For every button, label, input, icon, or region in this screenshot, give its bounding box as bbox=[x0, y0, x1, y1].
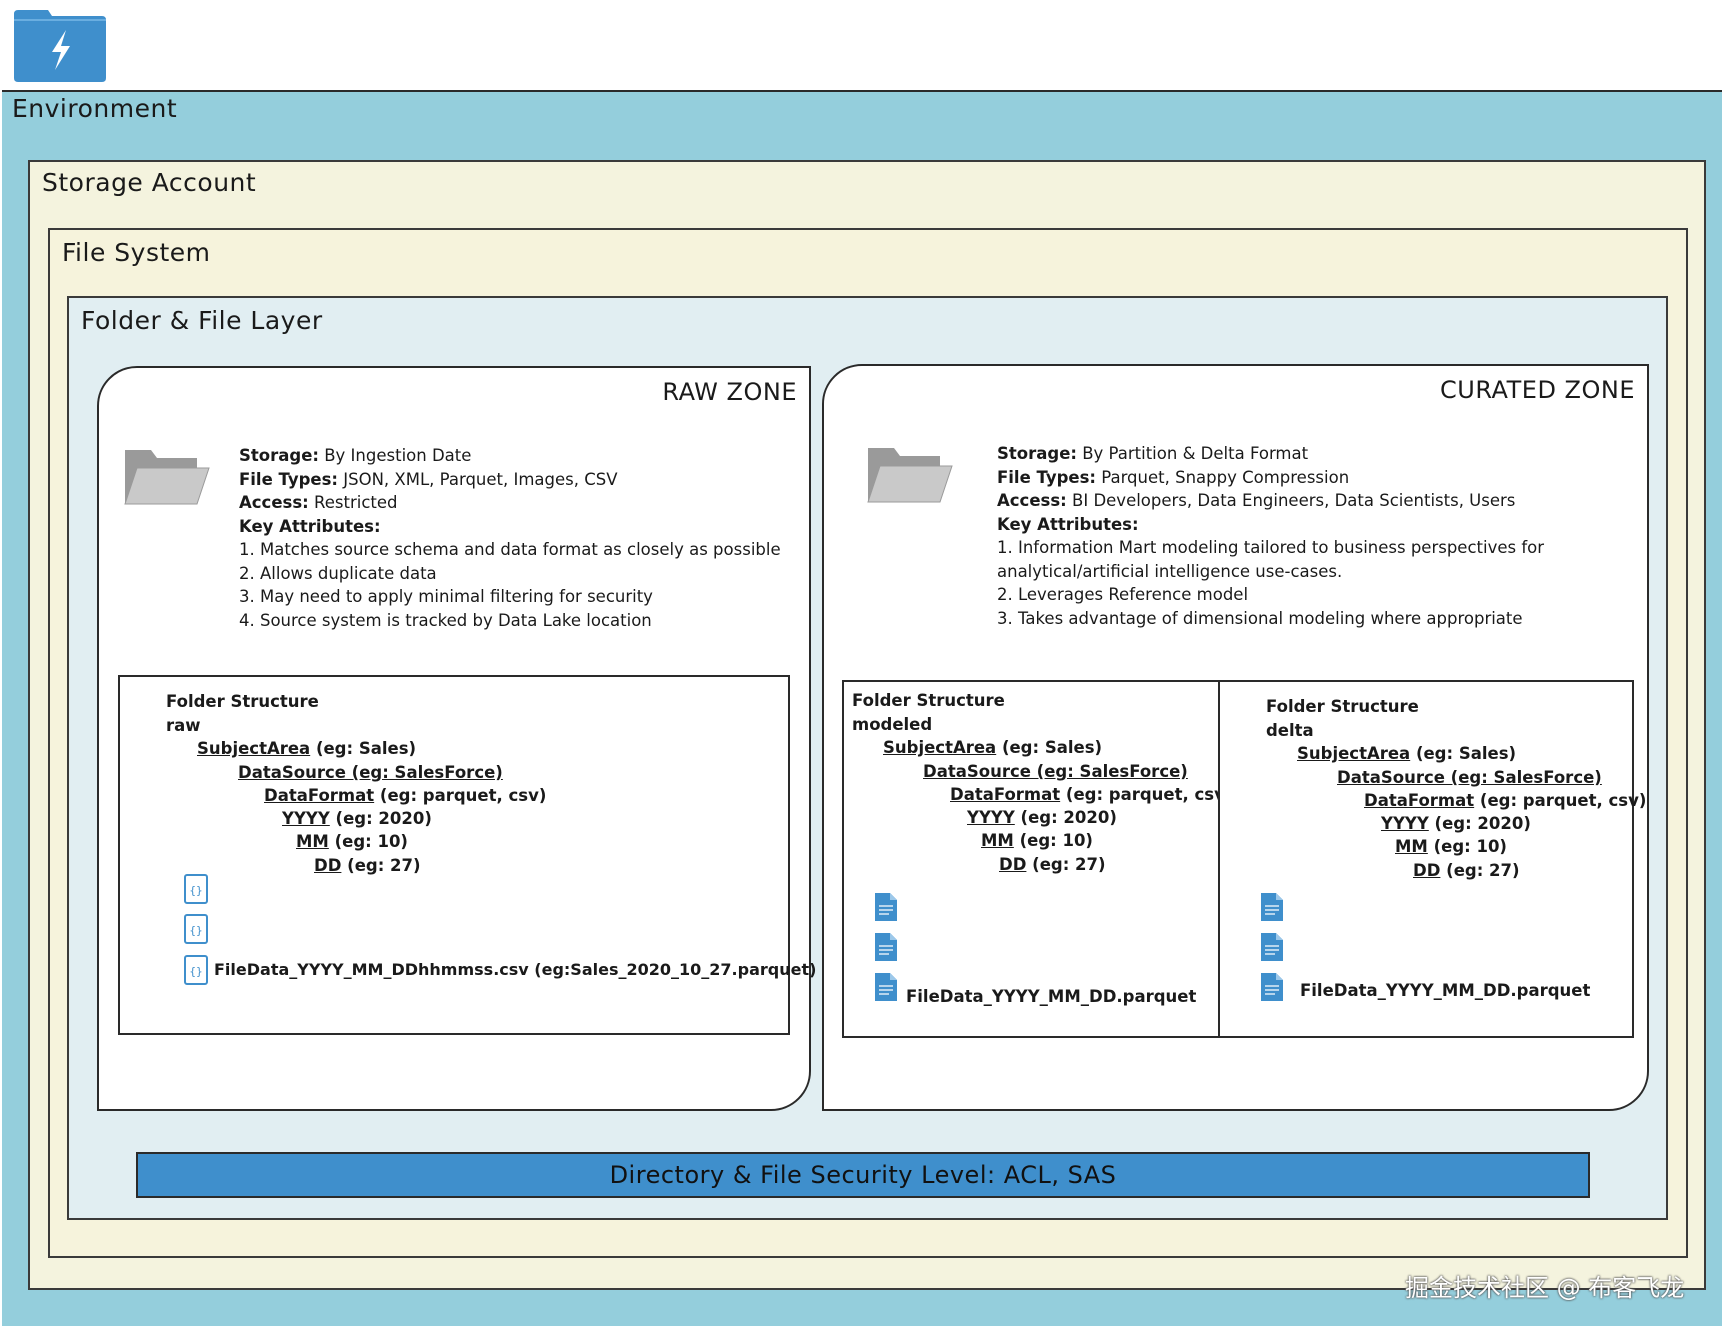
folder-level-day: DD (eg: 27) bbox=[999, 855, 1106, 874]
svg-text:{}: {} bbox=[189, 924, 202, 937]
folder-level-format: DataFormat (eg: parquet, csv) bbox=[1364, 791, 1647, 810]
document-file-icon bbox=[1261, 973, 1283, 1001]
folder-level-datasource: DataSource (eg: SalesForce) bbox=[923, 762, 1188, 781]
environment-title: Environment bbox=[12, 94, 178, 123]
curated-storage-value: By Partition & Delta Format bbox=[1076, 444, 1309, 463]
json-file-icon: {} bbox=[184, 874, 208, 904]
folder-structure-heading: Folder Structure bbox=[1266, 697, 1419, 716]
curated-filetypes-label: File Types: bbox=[997, 467, 1096, 487]
document-file-icon bbox=[875, 933, 897, 961]
delta-file-name: FileData_YYYY_MM_DD.parquet bbox=[1300, 981, 1591, 1000]
folder-root: delta bbox=[1266, 721, 1314, 740]
folder-open-icon bbox=[867, 448, 953, 503]
modeled-folder-structure-box: Folder Structure modeled SubjectArea (eg… bbox=[842, 680, 1232, 1038]
raw-attribute: 4. Source system is tracked by Data Lake… bbox=[239, 610, 652, 630]
folder-level-subject: SubjectArea (eg: Sales) bbox=[883, 738, 1103, 757]
folder-level-year: YYYY (eg: 2020) bbox=[1381, 814, 1531, 833]
curated-attribute: 1. Information Mart modeling tailored to… bbox=[997, 538, 1545, 557]
curated-attribute: 2. Leverages Reference model bbox=[997, 585, 1249, 604]
folder-file-layer-title: Folder & File Layer bbox=[81, 306, 323, 335]
folder-level-month: MM (eg: 10) bbox=[1395, 837, 1507, 856]
folder-level-subject: SubjectArea (eg: Sales) bbox=[1297, 744, 1517, 763]
watermark: 掘金技术社区 @ 布客飞龙 bbox=[1405, 1274, 1685, 1302]
delta-folder-structure-box: Folder Structure delta SubjectArea (eg: … bbox=[1218, 680, 1646, 1038]
folder-level-year: YYYY (eg: 2020) bbox=[282, 809, 432, 828]
raw-storage-value: By Ingestion Date bbox=[318, 446, 472, 465]
raw-filetypes-label: File Types: bbox=[239, 469, 338, 489]
raw-zone: RAW ZONE Storage: By Ingestion Date File… bbox=[97, 366, 816, 1111]
document-file-icon bbox=[1261, 933, 1283, 961]
document-file-icon bbox=[1261, 893, 1283, 921]
folder-level-datasource: DataSource (eg: SalesForce) bbox=[238, 763, 503, 782]
raw-access-value: Restricted bbox=[308, 493, 398, 512]
folder-level-year: YYYY (eg: 2020) bbox=[967, 808, 1117, 827]
folder-open-icon bbox=[124, 450, 210, 505]
folder-level-datasource: DataSource (eg: SalesForce) bbox=[1337, 768, 1602, 787]
curated-zone-title: CURATED ZONE bbox=[1440, 376, 1635, 404]
folder-level-format: DataFormat (eg: parquet, csv) bbox=[950, 785, 1233, 804]
curated-zone: CURATED ZONE Storage: By Partition & Del… bbox=[822, 364, 1649, 1111]
raw-attribute: 2. Allows duplicate data bbox=[239, 563, 437, 583]
security-level-bar: Directory & File Security Level: ACL, SA… bbox=[136, 1152, 1590, 1198]
folder-structure-heading: Folder Structure bbox=[852, 691, 1005, 710]
folder-structure-heading: Folder Structure bbox=[166, 692, 319, 711]
curated-attribute: 3. Takes advantage of dimensional modeli… bbox=[997, 608, 1523, 628]
lightning-folder-icon bbox=[14, 10, 106, 82]
raw-attribute: 3. May need to apply minimal filtering f… bbox=[239, 587, 653, 606]
curated-filetypes-value: Parquet, Snappy Compression bbox=[1096, 467, 1350, 487]
curated-storage-label: Storage: bbox=[997, 444, 1077, 463]
json-file-icon: {} bbox=[184, 955, 208, 985]
curated-zone-info: Storage: By Partition & Delta Format Fil… bbox=[997, 442, 1544, 630]
raw-zone-info: Storage: By Ingestion Date File Types: J… bbox=[239, 444, 781, 632]
document-file-icon bbox=[875, 973, 897, 1001]
raw-key-attributes-label: Key Attributes: bbox=[239, 516, 381, 536]
curated-access-label: Access: bbox=[997, 491, 1067, 510]
raw-folder-structure-box: Folder Structure raw SubjectArea (eg: Sa… bbox=[118, 675, 816, 1035]
document-file-icon bbox=[875, 893, 897, 921]
folder-level-format: DataFormat (eg: parquet, csv) bbox=[264, 786, 547, 805]
curated-key-attributes-label: Key Attributes: bbox=[997, 514, 1139, 534]
raw-access-label: Access: bbox=[239, 493, 309, 512]
security-level-label: Directory & File Security Level: ACL, SA… bbox=[609, 1161, 1117, 1189]
folder-root: raw bbox=[166, 716, 201, 735]
curated-attribute: analytical/artificial intelligence use-c… bbox=[997, 561, 1343, 581]
raw-attribute: 1. Matches source schema and data format… bbox=[239, 540, 781, 559]
curated-access-value: BI Developers, Data Engineers, Data Scie… bbox=[1066, 491, 1516, 510]
folder-root: modeled bbox=[852, 715, 933, 734]
folder-level-day: DD (eg: 27) bbox=[314, 856, 421, 875]
json-file-icon: {} bbox=[184, 914, 208, 944]
folder-level-month: MM (eg: 10) bbox=[296, 832, 408, 851]
storage-account-title: Storage Account bbox=[42, 168, 257, 197]
modeled-file-name: FileData_YYYY_MM_DD.parquet bbox=[906, 987, 1197, 1006]
raw-filetypes-value: JSON, XML, Parquet, Images, CSV bbox=[338, 469, 618, 489]
raw-storage-label: Storage: bbox=[239, 446, 319, 465]
folder-level-month: MM (eg: 10) bbox=[981, 831, 1093, 850]
folder-level-day: DD (eg: 27) bbox=[1413, 861, 1520, 880]
raw-zone-title: RAW ZONE bbox=[662, 378, 797, 406]
raw-file-name: FileData_YYYY_MM_DDhhmmss.csv (eg:Sales_… bbox=[214, 960, 817, 979]
folder-level-subject: SubjectArea (eg: Sales) bbox=[197, 739, 417, 758]
file-system-title: File System bbox=[62, 238, 211, 267]
svg-text:{}: {} bbox=[189, 965, 202, 978]
svg-text:{}: {} bbox=[189, 884, 202, 897]
